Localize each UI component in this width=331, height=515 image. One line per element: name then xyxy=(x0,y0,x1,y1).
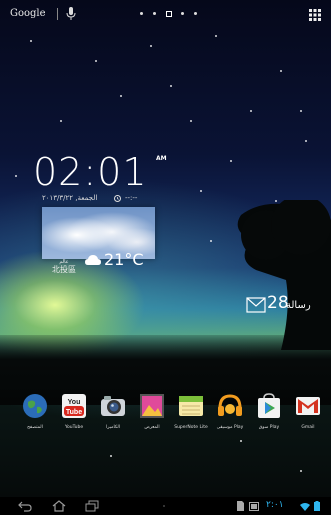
search-divider xyxy=(57,8,58,20)
app-label: SuperNote Lite xyxy=(174,425,208,430)
svg-text:You: You xyxy=(68,399,81,406)
app-gallery[interactable]: المعرض xyxy=(133,393,171,438)
gmail-icon xyxy=(296,397,320,415)
svg-text:Tube: Tube xyxy=(66,409,82,416)
system-nav-bar: ٢:٠١ xyxy=(0,497,331,515)
youtube-icon: You Tube xyxy=(62,394,86,418)
file-icon xyxy=(237,501,244,511)
app-camera[interactable]: الكاميرا xyxy=(94,393,132,438)
app-play-store[interactable]: سوق Play xyxy=(250,393,288,438)
microphone-icon[interactable] xyxy=(66,7,76,21)
app-browser[interactable]: المتصفح xyxy=(16,393,54,438)
app-label: YouTube xyxy=(64,425,84,430)
cloud-icon xyxy=(85,255,101,265)
app-label: موسيقى Play xyxy=(216,425,244,430)
browser-globe-icon xyxy=(23,394,47,418)
app-play-music[interactable]: موسيقى Play xyxy=(211,393,249,438)
app-dock: المتصفح You Tube YouTube الكاميرا المعرض xyxy=(0,393,331,438)
app-label: Gmail xyxy=(301,425,315,430)
app-label: المتصفح xyxy=(27,425,43,430)
nav-center-dot xyxy=(163,505,165,507)
app-youtube[interactable]: You Tube YouTube xyxy=(55,393,93,438)
app-gmail[interactable]: Gmail xyxy=(289,393,327,438)
weather-city-name: 北投區 xyxy=(52,265,76,274)
wifi-icon xyxy=(300,503,310,511)
gallery-icon xyxy=(140,394,164,418)
back-icon[interactable] xyxy=(18,500,32,512)
status-time: ٢:٠١ xyxy=(266,500,284,510)
camera-icon xyxy=(101,396,125,416)
play-music-icon xyxy=(218,394,242,416)
alarm-icon xyxy=(114,195,121,202)
message-label: رسالة xyxy=(286,300,311,311)
next-alarm: --:-- xyxy=(125,194,138,202)
supernote-icon xyxy=(179,396,203,416)
page-indicator xyxy=(140,11,200,18)
weather-temperature: 21°C xyxy=(104,250,144,269)
app-label: سوق Play xyxy=(258,425,280,430)
app-supernote[interactable]: SuperNote Lite xyxy=(172,393,210,438)
top-bar: Google xyxy=(0,0,331,30)
battery-icon xyxy=(314,501,320,511)
recent-apps-icon[interactable] xyxy=(85,500,99,512)
clock-time[interactable]: 02:01 xyxy=(33,152,163,192)
weather-city: عالم 北投區 xyxy=(52,258,76,274)
date-row: الجمعة, ٢٠١٣/٣/٢٢ --:-- xyxy=(42,194,157,206)
clock-ampm: AM xyxy=(156,155,167,162)
envelope-icon[interactable] xyxy=(246,297,266,313)
home-icon[interactable] xyxy=(52,500,66,512)
clock-date: الجمعة, ٢٠١٣/٣/٢٢ xyxy=(42,194,98,202)
all-apps-icon[interactable] xyxy=(309,9,321,21)
play-store-icon xyxy=(258,393,280,418)
app-label: الكاميرا xyxy=(106,425,120,430)
screenshot-icon xyxy=(249,502,259,511)
status-area[interactable]: ٢:٠١ xyxy=(236,500,326,511)
google-search-label[interactable]: Google xyxy=(10,8,46,19)
app-label: المعرض xyxy=(144,425,160,430)
tree-silhouette xyxy=(237,200,331,350)
